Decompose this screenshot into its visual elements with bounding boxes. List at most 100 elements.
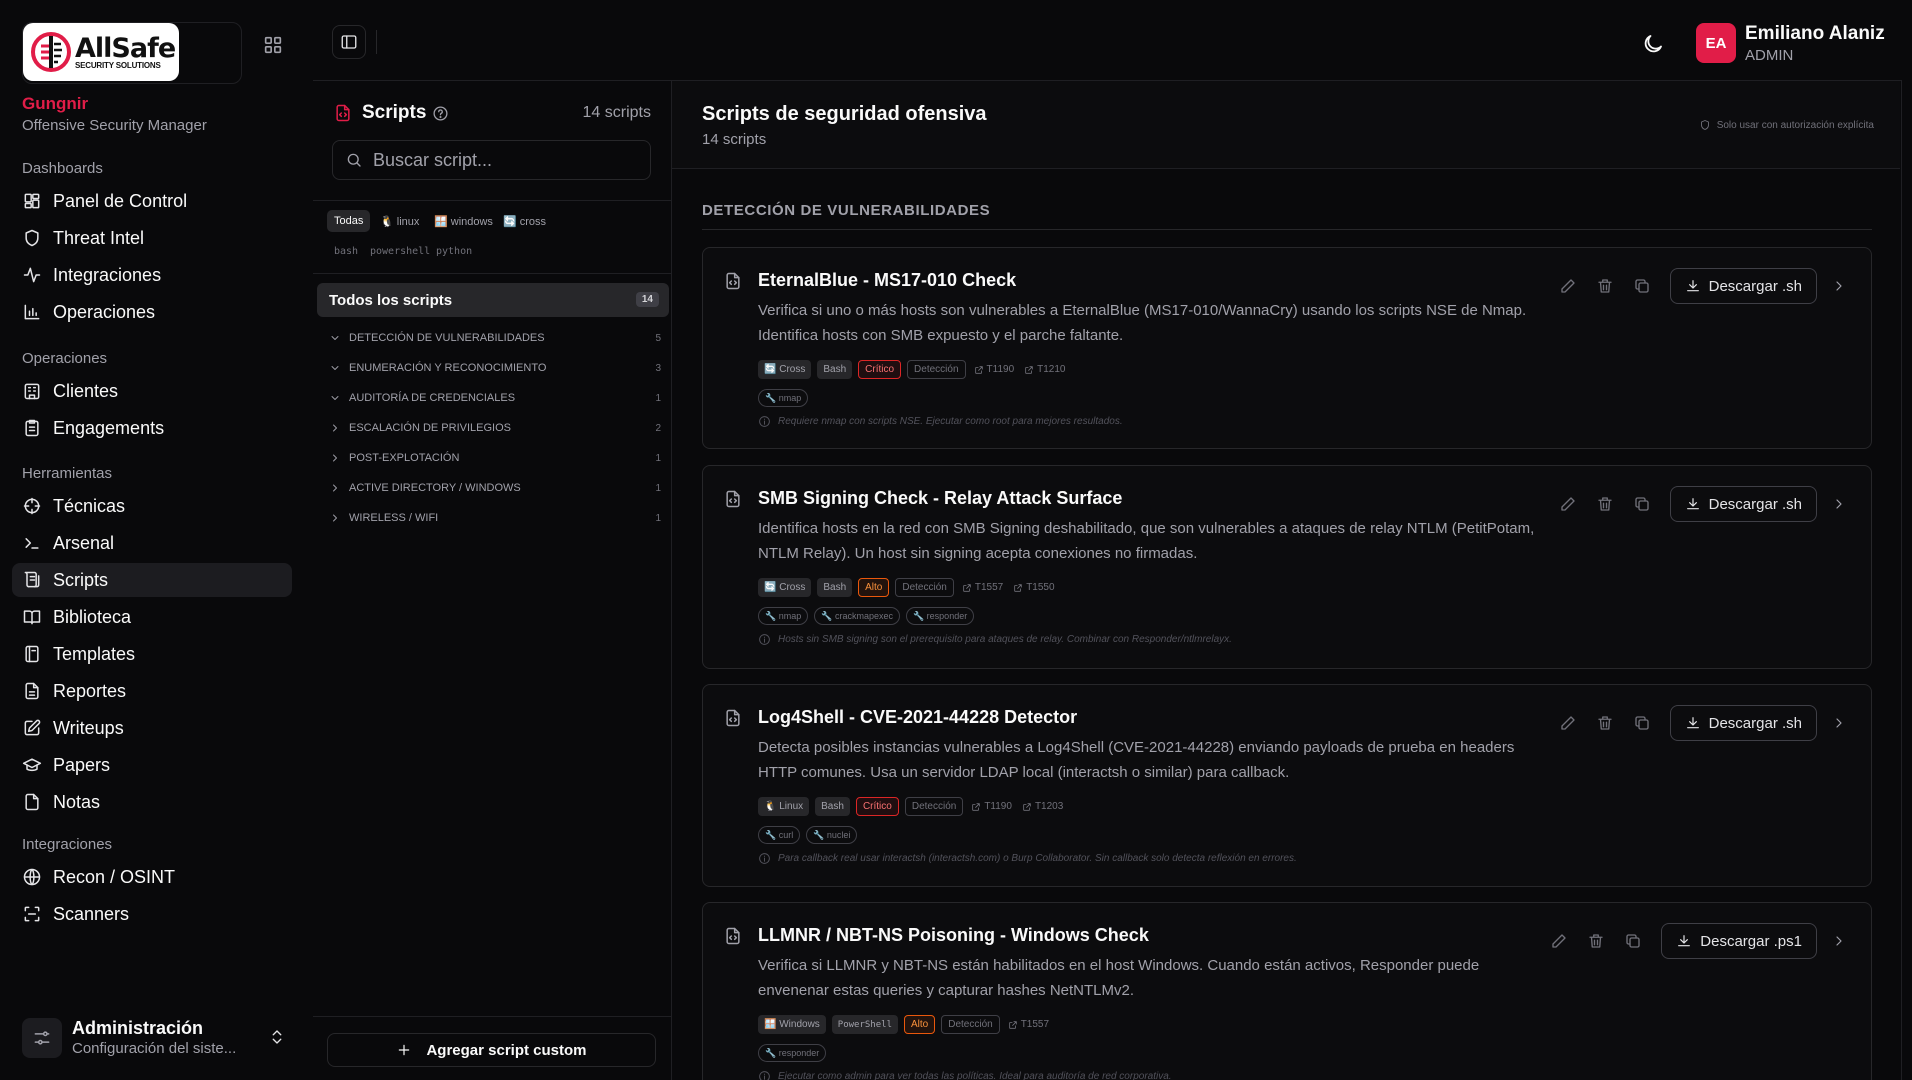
building-icon — [24, 383, 40, 400]
language-filter[interactable]: powershell — [363, 240, 437, 262]
script-title[interactable]: SMB Signing Check - Relay Attack Surface — [758, 488, 1122, 509]
script-card[interactable]: SMB Signing Check - Relay Attack Surface… — [702, 465, 1872, 669]
tool-tag: 🔧 responder — [758, 1044, 827, 1062]
tool-row: 🔧 curl 🔧 nuclei — [758, 826, 858, 844]
help-circle-icon[interactable] — [432, 105, 449, 122]
sidebar-item-engagements[interactable]: Engagements — [12, 411, 292, 445]
copy-icon[interactable] — [1633, 277, 1651, 295]
nav-section-label: Integraciones — [22, 836, 113, 853]
file-code-icon — [726, 490, 740, 508]
globe-icon — [23, 868, 41, 886]
activity-icon — [23, 267, 41, 283]
sidebar-item-scripts[interactable]: Scripts — [12, 563, 292, 597]
logo-container[interactable]: AllSafe SECURITY SOLUTIONS — [22, 22, 242, 84]
edit-icon[interactable] — [1559, 495, 1577, 513]
sidebar-item-label: Técnicas — [53, 495, 126, 516]
mitre-link[interactable]: T1557 — [960, 578, 1005, 597]
mitre-link[interactable]: T1190 — [972, 360, 1017, 379]
user-name[interactable]: Emiliano Alaniz — [1745, 23, 1885, 45]
platform-filter[interactable]: 🐧 linux — [373, 210, 426, 232]
company-logo[interactable]: AllSafe SECURITY SOLUTIONS — [23, 23, 179, 81]
category-item[interactable]: Enumeración y reconocimiento 3 — [329, 358, 661, 378]
sidebar-item-writeups[interactable]: Writeups — [12, 711, 292, 745]
script-card[interactable]: LLMNR / NBT-NS Poisoning - Windows Check… — [702, 902, 1872, 1080]
script-title[interactable]: Log4Shell - CVE-2021-44228 Detector — [758, 707, 1077, 728]
sidebar-item-label: Notas — [53, 791, 101, 812]
sidebar-toggle-button[interactable] — [332, 25, 366, 59]
sidebar-item-label: Panel de Control — [53, 190, 188, 211]
admin-icon-box — [22, 1018, 62, 1058]
avatar[interactable]: EA — [1696, 23, 1736, 63]
download-button[interactable]: Descargar .ps1 — [1661, 923, 1817, 959]
category-item[interactable]: Post-explotación 1 — [329, 448, 661, 468]
sidebar-item-templates[interactable]: Templates — [12, 637, 292, 671]
grid-icon[interactable] — [262, 34, 284, 56]
mitre-link[interactable]: T1210 — [1022, 360, 1067, 379]
language-filter[interactable]: bash — [327, 240, 365, 262]
sidebar-item-panel-de-control[interactable]: Panel de Control — [12, 184, 292, 218]
card-actions: Descargar .ps1 — [1550, 923, 1847, 959]
sidebar-item-operaciones[interactable]: Operaciones — [12, 295, 292, 329]
category-label: Enumeración y reconocimiento — [349, 362, 547, 374]
authorization-note: Solo usar con autorización explícita — [1699, 119, 1874, 131]
sidebar-item-integraciones[interactable]: Integraciones — [12, 258, 292, 292]
chevron-right-icon[interactable] — [1831, 933, 1847, 949]
category-item[interactable]: Auditoría de credenciales 1 — [329, 388, 661, 408]
chevron-right-icon[interactable] — [1831, 278, 1847, 294]
search-input[interactable] — [373, 149, 633, 171]
category-label: Escalación de privilegios — [349, 422, 511, 434]
sidebar-item-label: Scripts — [53, 569, 109, 590]
sidebar-item-threat-intel[interactable]: Threat Intel — [12, 221, 292, 255]
chevron-right-icon[interactable] — [1831, 715, 1847, 731]
search-box[interactable] — [332, 140, 651, 180]
moon-icon[interactable] — [1641, 32, 1665, 56]
script-title[interactable]: LLMNR / NBT-NS Poisoning - Windows Check — [758, 925, 1149, 946]
sidebar-item-recon-osint[interactable]: Recon / OSINT — [12, 860, 292, 894]
download-button[interactable]: Descargar .sh — [1669, 268, 1817, 304]
language-filter[interactable]: python — [429, 240, 479, 262]
category-item[interactable]: Detección de vulnerabilidades 5 — [329, 328, 661, 348]
trash-icon[interactable] — [1596, 714, 1614, 732]
edit-icon[interactable] — [1559, 277, 1577, 295]
chevron-right-icon[interactable] — [1831, 496, 1847, 512]
sidebar-item-label: Papers — [53, 754, 111, 775]
sidebar-item-biblioteca[interactable]: Biblioteca — [12, 600, 292, 634]
platform-filter[interactable]: 🔄 cross — [496, 210, 553, 232]
category-item[interactable]: Active Directory / Windows 1 — [329, 478, 661, 498]
sidebar-item-tecnicas[interactable]: Técnicas — [12, 489, 292, 523]
copy-icon[interactable] — [1633, 495, 1651, 513]
script-card[interactable]: EternalBlue - MS17-010 Check Verifica si … — [702, 247, 1872, 449]
script-title[interactable]: EternalBlue - MS17-010 Check — [758, 270, 1016, 291]
mitre-link[interactable]: T1190 — [969, 797, 1014, 816]
sidebar-item-scanners[interactable]: Scanners — [12, 897, 292, 931]
download-button[interactable]: Descargar .sh — [1669, 486, 1817, 522]
admin-menu[interactable]: Administración Configuración del siste..… — [22, 1012, 292, 1064]
mitre-link[interactable]: T1550 — [1011, 578, 1056, 597]
sidebar-item-arsenal[interactable]: Arsenal — [12, 526, 292, 560]
add-custom-script-button[interactable]: Agregar script custom — [327, 1033, 656, 1067]
all-scripts-item[interactable]: Todos los scripts 14 — [317, 283, 669, 317]
chevrons-up-down-icon[interactable] — [268, 1028, 286, 1046]
platform-filter[interactable]: 🪟 windows — [427, 210, 500, 232]
sidebar-item-notas[interactable]: Notas — [12, 785, 292, 819]
script-card[interactable]: Log4Shell - CVE-2021-44228 Detector Detec… — [702, 684, 1872, 887]
sidebar-item-reportes[interactable]: Reportes — [12, 674, 292, 708]
sidebar-item-clientes[interactable]: Clientes — [12, 374, 292, 408]
trash-icon[interactable] — [1596, 277, 1614, 295]
copy-icon[interactable] — [1633, 714, 1651, 732]
trash-icon[interactable] — [1587, 932, 1605, 950]
copy-icon[interactable] — [1624, 932, 1642, 950]
edit-icon[interactable] — [1559, 714, 1577, 732]
add-button-label: Agregar script custom — [426, 1041, 587, 1059]
category-tag: Detección — [895, 578, 954, 597]
download-button[interactable]: Descargar .sh — [1669, 705, 1817, 741]
external-link-icon — [963, 583, 971, 592]
trash-icon[interactable] — [1596, 495, 1614, 513]
sidebar-item-papers[interactable]: Papers — [12, 748, 292, 782]
edit-icon[interactable] — [1550, 932, 1568, 950]
category-item[interactable]: Wireless / WiFi 1 — [329, 508, 661, 528]
category-item[interactable]: Escalación de privilegios 2 — [329, 418, 661, 438]
mitre-link[interactable]: T1557 — [1006, 1015, 1051, 1034]
platform-filter[interactable]: Todas — [327, 210, 371, 232]
mitre-link[interactable]: T1203 — [1020, 797, 1065, 816]
